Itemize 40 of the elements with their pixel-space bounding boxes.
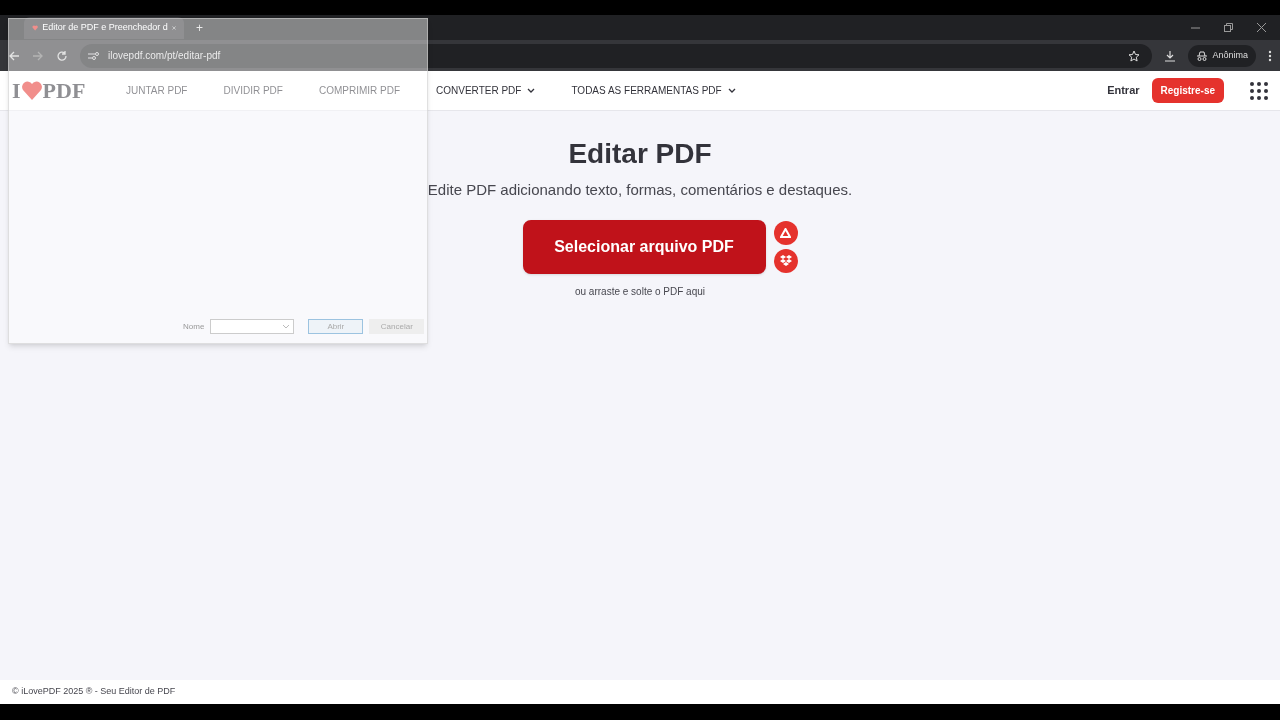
page-subtitle: Edite PDF adicionando texto, formas, comentários e destaques. bbox=[427, 180, 853, 200]
back-icon[interactable] bbox=[8, 49, 20, 62]
drop-hint: ou arraste e solte o PDF aqui bbox=[574, 284, 706, 299]
page-title: Editar PDF bbox=[568, 137, 712, 171]
nav-link[interactable]: JUNTAR PDF bbox=[124, 83, 190, 98]
ilovepdf-logo[interactable]: I PDF bbox=[12, 74, 124, 107]
more-icon[interactable] bbox=[1268, 49, 1272, 62]
star-icon[interactable] bbox=[1128, 49, 1141, 62]
chevron-down-icon bbox=[527, 88, 536, 93]
incognito-icon bbox=[1196, 50, 1209, 61]
select-file-button[interactable]: Selecionar arquivo PDF bbox=[522, 219, 766, 274]
nav-link[interactable]: DIVIDIR PDF bbox=[221, 83, 285, 98]
login-link[interactable]: Entrar bbox=[1107, 82, 1140, 99]
nav-link[interactable]: COMPRIMIR PDF bbox=[316, 83, 403, 98]
open-button[interactable]: Abrir bbox=[308, 319, 364, 334]
new-tab-button[interactable]: + bbox=[196, 18, 203, 37]
nav-link[interactable]: TODAS AS FERRAMENTAS PDF bbox=[569, 83, 738, 98]
apps-grid-icon[interactable] bbox=[1250, 81, 1268, 100]
chevron-down-icon bbox=[283, 324, 290, 329]
name-label: Nome bbox=[183, 320, 205, 333]
triangle-icon bbox=[780, 227, 791, 238]
signup-button[interactable]: Registre-se bbox=[1151, 78, 1224, 103]
google-drive-button[interactable] bbox=[773, 220, 798, 245]
browser-tab[interactable]: Editor de PDF e Preenchedor d bbox=[24, 16, 184, 39]
close-icon[interactable] bbox=[1257, 23, 1266, 32]
download-icon[interactable] bbox=[1164, 49, 1177, 62]
dropbox-button[interactable] bbox=[773, 248, 798, 273]
address-bar[interactable]: ilovepdf.com/pt/editar-pdf bbox=[80, 43, 1153, 68]
name-field[interactable] bbox=[210, 319, 295, 334]
site-settings-icon[interactable] bbox=[88, 50, 100, 61]
heart-icon bbox=[20, 80, 43, 101]
reload-icon[interactable] bbox=[56, 49, 68, 62]
profile-button[interactable]: Anônima bbox=[1188, 44, 1256, 67]
chevron-down-icon bbox=[727, 88, 736, 93]
tab-title: Editor de PDF e Preenchedor d bbox=[42, 20, 168, 34]
dropbox-icon bbox=[779, 255, 792, 266]
restore-icon[interactable] bbox=[1224, 23, 1233, 32]
footer-text: © iLovePDF 2025 ® - Seu Editor de PDF bbox=[12, 685, 176, 699]
nav-link[interactable]: CONVERTER PDF bbox=[434, 83, 538, 98]
cancel-button[interactable]: Cancelar bbox=[369, 319, 425, 334]
